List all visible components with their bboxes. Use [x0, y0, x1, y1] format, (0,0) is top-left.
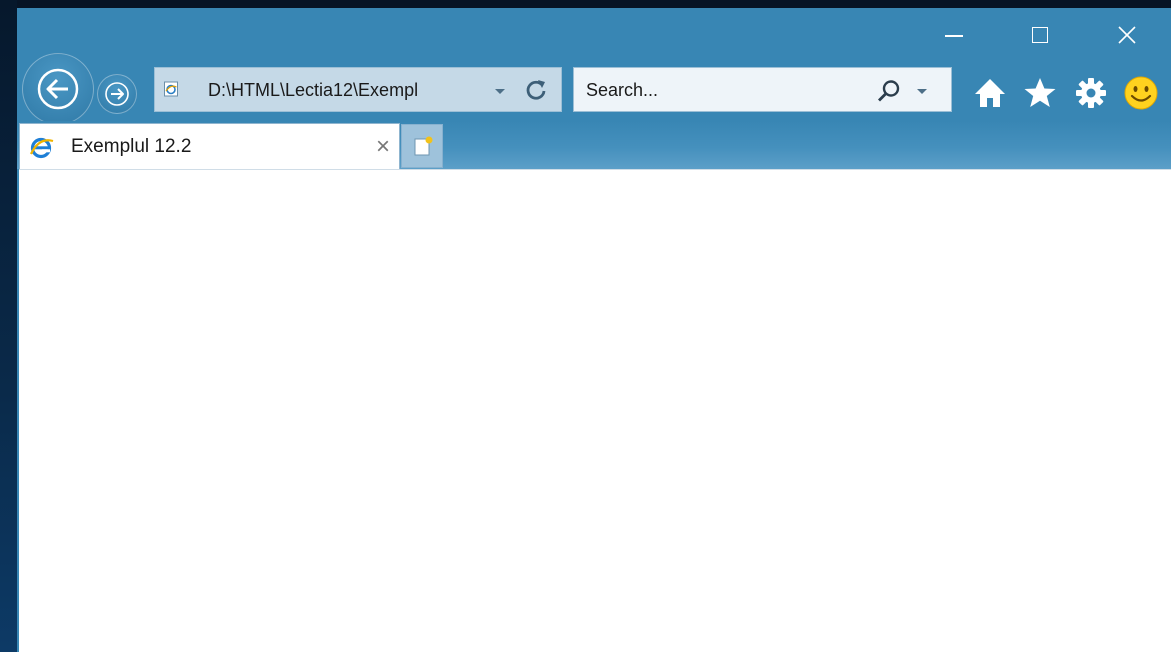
arrow-right-icon: [105, 82, 129, 106]
maximize-button[interactable]: [1020, 22, 1060, 48]
forward-button[interactable]: [97, 74, 137, 114]
page-content: [19, 169, 1171, 652]
maximize-icon: [1032, 27, 1048, 43]
new-tab-button[interactable]: [401, 124, 443, 168]
tab-exemplul[interactable]: Exemplul 12.2 ×: [19, 123, 400, 170]
close-window-button[interactable]: [1107, 22, 1147, 48]
minimize-button[interactable]: [934, 22, 974, 48]
minimize-icon: [945, 35, 963, 37]
star-icon[interactable]: [1022, 75, 1058, 111]
address-bar[interactable]: D:\HTML\Lectia12\Exempl: [154, 67, 562, 112]
home-icon[interactable]: [972, 75, 1008, 111]
smiley-icon[interactable]: [1123, 75, 1159, 111]
close-icon[interactable]: ×: [372, 135, 394, 159]
desktop-background-left: [0, 0, 17, 652]
browser-window: D:\HTML\Lectia12\Exempl Search... Exempl…: [17, 8, 1171, 652]
search-box[interactable]: [573, 67, 952, 112]
tab-title: Exemplul 12.2: [71, 136, 192, 157]
back-button[interactable]: [22, 53, 94, 125]
arrow-left-icon: [37, 68, 79, 110]
address-url-text[interactable]: D:\HTML\Lectia12\Exempl: [208, 80, 478, 102]
refresh-icon[interactable]: [523, 77, 549, 103]
ie-page-icon: [164, 81, 178, 97]
search-input[interactable]: [586, 77, 846, 103]
close-icon: [1118, 26, 1136, 44]
gear-icon[interactable]: [1073, 75, 1109, 111]
chevron-down-icon[interactable]: [914, 85, 930, 97]
desktop-background-top: [0, 0, 1171, 8]
magnifier-icon[interactable]: [876, 78, 902, 104]
new-tab-icon: [414, 136, 433, 156]
ie-logo-icon: [30, 137, 54, 159]
chevron-down-icon[interactable]: [492, 85, 508, 97]
